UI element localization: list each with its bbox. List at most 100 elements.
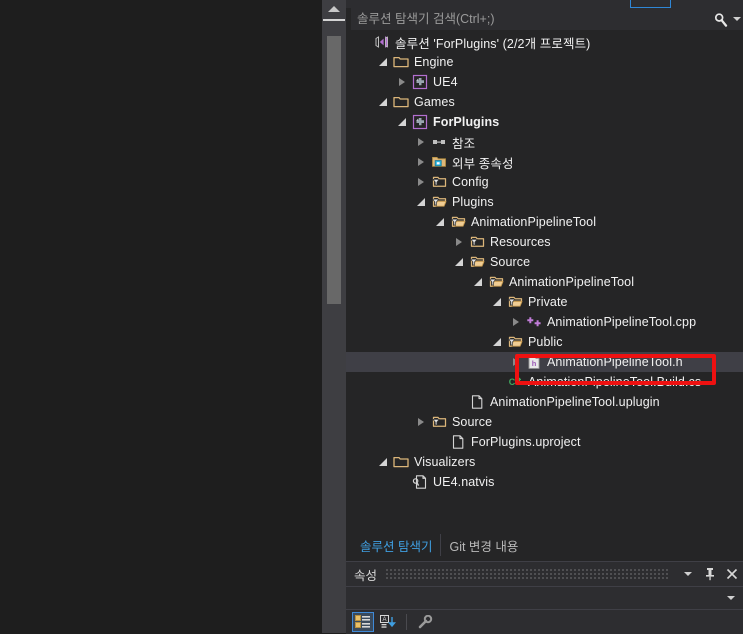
tree-expander-spacer <box>451 392 467 412</box>
tree-row[interactable]: Config <box>346 172 743 192</box>
scrollbar-separator <box>323 19 345 21</box>
close-icon[interactable] <box>721 563 743 585</box>
filter-folder-icon <box>429 172 449 192</box>
chevron-right-icon[interactable] <box>394 72 410 92</box>
tree-row[interactable]: Source <box>346 252 743 272</box>
tree-row-label: UE4.natvis <box>433 475 495 489</box>
tree-row[interactable]: Engine <box>346 52 743 72</box>
tree-row[interactable]: ForPlugins.uproject <box>346 432 743 452</box>
csharp-file-icon: C <box>505 372 525 392</box>
properties-dropdown-icon[interactable] <box>677 563 699 585</box>
toolbar-selected-button[interactable] <box>630 0 671 8</box>
tree-row[interactable]: Resources <box>346 232 743 252</box>
tree-row[interactable]: Visualizers <box>346 452 743 472</box>
alphabetical-sort-icon[interactable]: A <box>377 612 399 632</box>
tree-row-label: 외부 종속성 <box>452 156 514 171</box>
search-bar[interactable] <box>351 8 743 30</box>
svg-text:C: C <box>509 377 516 387</box>
tree-row[interactable]: ForPlugins <box>346 112 743 132</box>
chevron-right-icon[interactable] <box>413 172 429 192</box>
search-options-dropdown-icon[interactable] <box>730 17 743 21</box>
tree-row-label: Resources <box>490 235 551 249</box>
cpp-project-icon <box>410 72 430 92</box>
chevron-down-icon[interactable] <box>451 252 467 272</box>
tree-row[interactable]: AnimationPipelineTool <box>346 272 743 292</box>
tree-row[interactable]: C AnimationPipelineTool.Build.cs <box>346 372 743 392</box>
chevron-down-icon[interactable] <box>727 596 735 600</box>
tree-row[interactable]: h AnimationPipelineTool.h <box>346 352 743 372</box>
cpp-project-icon <box>410 112 430 132</box>
chevron-right-icon[interactable] <box>413 152 429 172</box>
filter-folder-icon <box>429 412 449 432</box>
editor-vertical-scrollbar[interactable] <box>322 0 346 633</box>
solution-explorer-toolbar <box>346 0 743 8</box>
tree-row[interactable]: AnimationPipelineTool <box>346 212 743 232</box>
editor-pane[interactable] <box>0 0 322 633</box>
tree-row[interactable]: 외부 종속성 <box>346 152 743 172</box>
chevron-right-icon[interactable] <box>508 352 524 372</box>
tree-row[interactable]: Games <box>346 92 743 112</box>
tree-row[interactable]: AnimationPipelineTool.uplugin <box>346 392 743 412</box>
tree-row-label: Games <box>414 95 455 109</box>
tree-row[interactable]: 솔루션 'ForPlugins' (2/2개 프로젝트) <box>346 32 743 52</box>
tree-row-label: Private <box>528 295 568 309</box>
solution-tree[interactable]: 솔루션 'ForPlugins' (2/2개 프로젝트) Engine UE4 Gam… <box>346 32 743 527</box>
scrollbar-thumb[interactable] <box>327 36 341 304</box>
tree-row[interactable]: UE4.natvis <box>346 472 743 492</box>
properties-toolbar[interactable]: A <box>346 610 743 634</box>
chevron-down-icon[interactable] <box>413 192 429 212</box>
chevron-down-icon[interactable] <box>375 452 391 472</box>
properties-drag-dots <box>385 569 669 579</box>
properties-header: 속성 <box>346 562 743 586</box>
tree-row-label: AnimationPipelineTool <box>509 275 635 289</box>
chevron-down-icon[interactable] <box>375 92 391 112</box>
header-file-icon: h <box>524 352 544 372</box>
chevron-right-icon[interactable] <box>508 312 524 332</box>
properties-object-combobox[interactable] <box>346 586 743 610</box>
tree-expander-spacer <box>394 472 410 492</box>
tool-window-tabs[interactable]: 솔루션 탐색기 Git 변경 내용 <box>346 531 743 559</box>
visual-studio-solution-icon <box>372 32 392 52</box>
natvis-file-icon <box>410 472 430 492</box>
tab-solution-explorer[interactable]: 솔루션 탐색기 <box>352 534 442 556</box>
tree-row[interactable]: Plugins <box>346 192 743 212</box>
tab-git-changes[interactable]: Git 변경 내용 <box>441 534 526 556</box>
folder-icon <box>391 452 411 472</box>
tree-row-label: Visualizers <box>414 455 476 469</box>
generic-file-icon <box>448 432 468 452</box>
chevron-down-icon[interactable] <box>489 292 505 312</box>
filter-folder-open-icon <box>429 192 449 212</box>
tree-row[interactable]: AnimationPipelineTool.cpp <box>346 312 743 332</box>
search-input[interactable] <box>351 12 710 26</box>
tree-expander-spacer <box>356 32 372 52</box>
tree-row[interactable]: Source <box>346 412 743 432</box>
tree-row[interactable]: UE4 <box>346 72 743 92</box>
folder-icon <box>391 52 411 72</box>
svg-text:A: A <box>382 617 386 623</box>
filter-folder-icon <box>467 232 487 252</box>
chevron-down-icon[interactable] <box>432 212 448 232</box>
tree-row[interactable]: 참조 <box>346 132 743 152</box>
chevron-right-icon[interactable] <box>413 132 429 152</box>
chevron-down-icon[interactable] <box>489 332 505 352</box>
scroll-up-arrow-icon[interactable] <box>322 0 346 18</box>
tree-row-label: Engine <box>414 55 454 69</box>
references-icon <box>429 132 449 152</box>
tree-row[interactable]: Public <box>346 332 743 352</box>
tree-row[interactable]: Private <box>346 292 743 312</box>
pin-icon[interactable] <box>699 563 721 585</box>
tree-row-label: 참조 <box>452 136 476 151</box>
chevron-right-icon[interactable] <box>413 412 429 432</box>
search-icon[interactable] <box>710 12 730 27</box>
categorized-view-icon[interactable] <box>352 612 374 632</box>
chevron-down-icon[interactable] <box>394 112 410 132</box>
chevron-right-icon[interactable] <box>451 232 467 252</box>
generic-file-icon <box>467 392 487 412</box>
properties-title: 속성 <box>354 568 378 583</box>
tree-row-label: UE4 <box>433 75 458 89</box>
chevron-down-icon[interactable] <box>470 272 486 292</box>
filter-folder-open-icon <box>505 332 525 352</box>
chevron-down-icon[interactable] <box>375 52 391 72</box>
property-pages-icon[interactable] <box>414 612 436 632</box>
tree-row-label: Public <box>528 335 563 349</box>
